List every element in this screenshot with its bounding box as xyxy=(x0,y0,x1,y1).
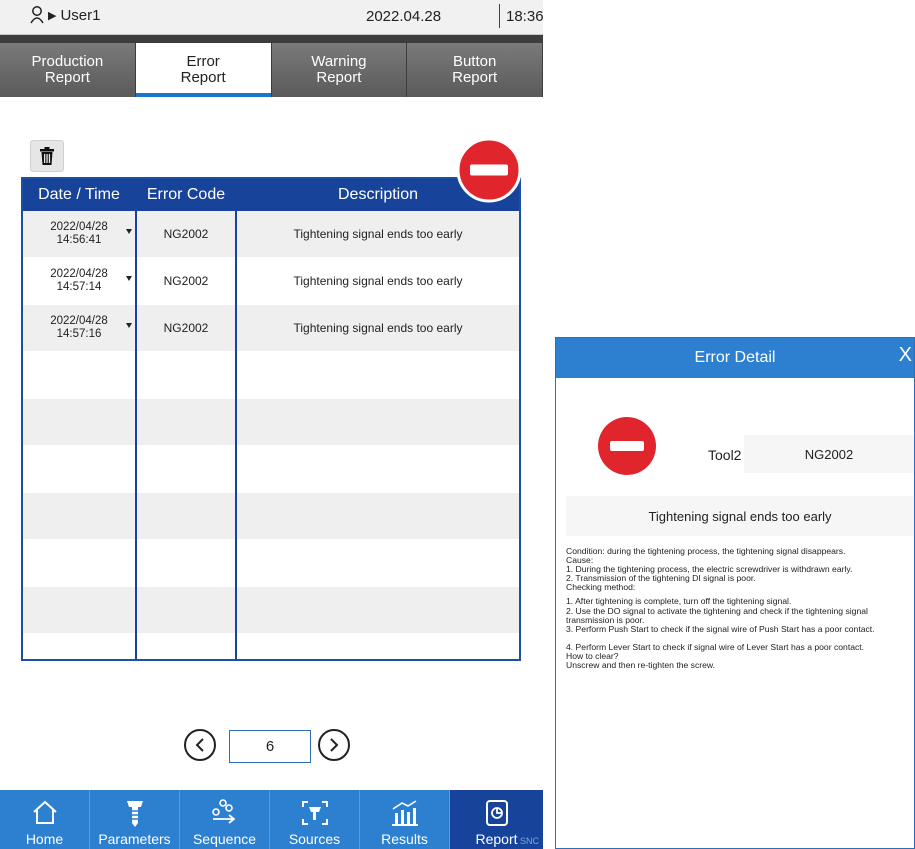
detail-line: Unscrew and then re-tighten the screw. xyxy=(566,660,716,671)
previous-page-button[interactable] xyxy=(184,729,216,761)
dropdown-arrow-icon[interactable] xyxy=(126,229,132,234)
row-date: 2022/04/28 xyxy=(50,221,108,233)
detail-line: 3. Perform Push Start to check if the si… xyxy=(566,623,875,634)
error-stop-icon xyxy=(598,417,656,475)
sources-icon xyxy=(301,801,328,825)
trash-icon xyxy=(40,147,54,165)
empty-row xyxy=(23,634,519,659)
table-row[interactable]: 2022/04/28 14:57:16 NG2002 Tightening si… xyxy=(23,305,519,351)
detail-line: Checking method: xyxy=(566,582,636,593)
report-tabs: Production Report Error Report Warning R… xyxy=(0,35,543,97)
tab-label: Button Report xyxy=(452,53,498,86)
header-error-code: Error Code xyxy=(146,186,226,203)
error-description: Tightening signal ends too early xyxy=(566,496,914,536)
watermark: SNC xyxy=(519,836,539,846)
table-row[interactable]: 2022/04/28 14:56:41 NG2002 Tightening si… xyxy=(23,211,519,257)
home-icon xyxy=(32,800,57,824)
dropdown-arrow-icon[interactable] xyxy=(126,323,132,328)
row-date: 2022/04/28 xyxy=(50,315,108,327)
bottom-nav: Home Parameters Sequence Sources Results… xyxy=(0,790,543,849)
row-time: 14:57:14 xyxy=(56,281,102,293)
next-page-button[interactable] xyxy=(318,729,350,761)
empty-row xyxy=(23,540,519,586)
header-datetime: Date / Time xyxy=(38,186,120,203)
nav-label: Sequence xyxy=(192,831,257,847)
empty-row xyxy=(23,352,519,398)
status-bar: ▶ User1 2022.04.28 18:36 xyxy=(0,0,543,35)
datetime-cell[interactable]: 2022/04/28 14:57:14 xyxy=(23,258,135,304)
error-detail-dialog: Error Detail X Tool2 NG2002 Tightening s… xyxy=(555,337,915,849)
table-header: Date / Time Error Code Description xyxy=(23,179,519,211)
nav-label: Home xyxy=(25,831,64,847)
empty-row xyxy=(23,587,519,633)
description-cell: Tightening signal ends too early xyxy=(293,274,463,288)
empty-row xyxy=(23,399,519,445)
nav-report[interactable]: Report SNC xyxy=(450,790,543,849)
tab-warning-report[interactable]: Warning Report xyxy=(271,43,408,97)
delete-button[interactable] xyxy=(30,140,64,172)
chevron-right-icon xyxy=(330,738,339,752)
empty-row xyxy=(23,493,519,539)
nav-label: Parameters xyxy=(98,831,171,847)
description-cell: Tightening signal ends too early xyxy=(293,227,463,241)
report-icon xyxy=(485,800,508,826)
column-divider xyxy=(135,179,137,659)
code-cell: NG2002 xyxy=(163,274,209,288)
nav-sources[interactable]: Sources xyxy=(270,790,360,849)
nav-results[interactable]: Results xyxy=(360,790,450,849)
tool-name: Tool2 xyxy=(708,447,742,463)
tab-error-report[interactable]: Error Report xyxy=(135,43,272,97)
user-indicator[interactable]: ▶ User1 xyxy=(30,6,100,24)
status-divider xyxy=(499,4,500,28)
nav-parameters[interactable]: Parameters xyxy=(90,790,180,849)
description-cell: Tightening signal ends too early xyxy=(293,321,463,335)
table-row[interactable]: 2022/04/28 14:57:14 NG2002 Tightening si… xyxy=(23,258,519,304)
dropdown-arrow-icon[interactable] xyxy=(126,276,132,281)
row-time: 14:57:16 xyxy=(56,328,102,340)
column-divider xyxy=(235,179,237,659)
play-arrow-icon: ▶ xyxy=(48,9,57,22)
nav-home[interactable]: Home xyxy=(0,790,90,849)
error-code: NG2002 xyxy=(744,435,914,473)
tab-label: Warning Report xyxy=(311,53,367,86)
detail-line: 2. Use the DO signal to activate the tig… xyxy=(566,605,871,625)
tab-label: Production Report xyxy=(31,53,104,86)
sequence-icon xyxy=(211,799,235,824)
screw-icon xyxy=(126,801,143,827)
close-icon[interactable]: X xyxy=(899,344,912,367)
error-stop-icon xyxy=(456,137,522,203)
dialog-header: Error Detail X xyxy=(556,338,914,378)
results-icon xyxy=(391,800,418,826)
nav-sequence[interactable]: Sequence xyxy=(180,790,270,849)
datetime-cell[interactable]: 2022/04/28 14:57:16 xyxy=(23,305,135,351)
chevron-left-icon xyxy=(195,738,204,752)
code-cell: NG2002 xyxy=(163,227,209,241)
tab-label: Error Report xyxy=(180,53,226,86)
row-time: 14:56:41 xyxy=(56,234,102,246)
tab-button-report[interactable]: Button Report xyxy=(407,43,543,97)
detail-line: Condition: during the tightening process… xyxy=(566,546,846,556)
row-date: 2022/04/28 xyxy=(50,268,108,280)
tab-production-report[interactable]: Production Report xyxy=(0,43,136,97)
report-screen: ▶ User1 2022.04.28 18:36 Production Repo… xyxy=(0,0,543,849)
dialog-title: Error Detail xyxy=(694,349,776,366)
nav-label: Sources xyxy=(288,831,341,847)
error-table: 2022/04/28 14:56:41 NG2002 Tightening si… xyxy=(21,177,521,661)
empty-row xyxy=(23,446,519,492)
page-number-input[interactable]: 6 xyxy=(229,730,311,763)
user-icon xyxy=(30,6,44,24)
datetime-cell[interactable]: 2022/04/28 14:56:41 xyxy=(23,211,135,257)
nav-label: Results xyxy=(381,831,428,847)
user-name: User1 xyxy=(60,6,101,24)
status-time: 18:36 xyxy=(506,8,543,25)
error-details-text: Condition: during the tightening process… xyxy=(566,546,914,671)
code-cell: NG2002 xyxy=(163,321,209,335)
status-date: 2022.04.28 xyxy=(366,8,442,25)
